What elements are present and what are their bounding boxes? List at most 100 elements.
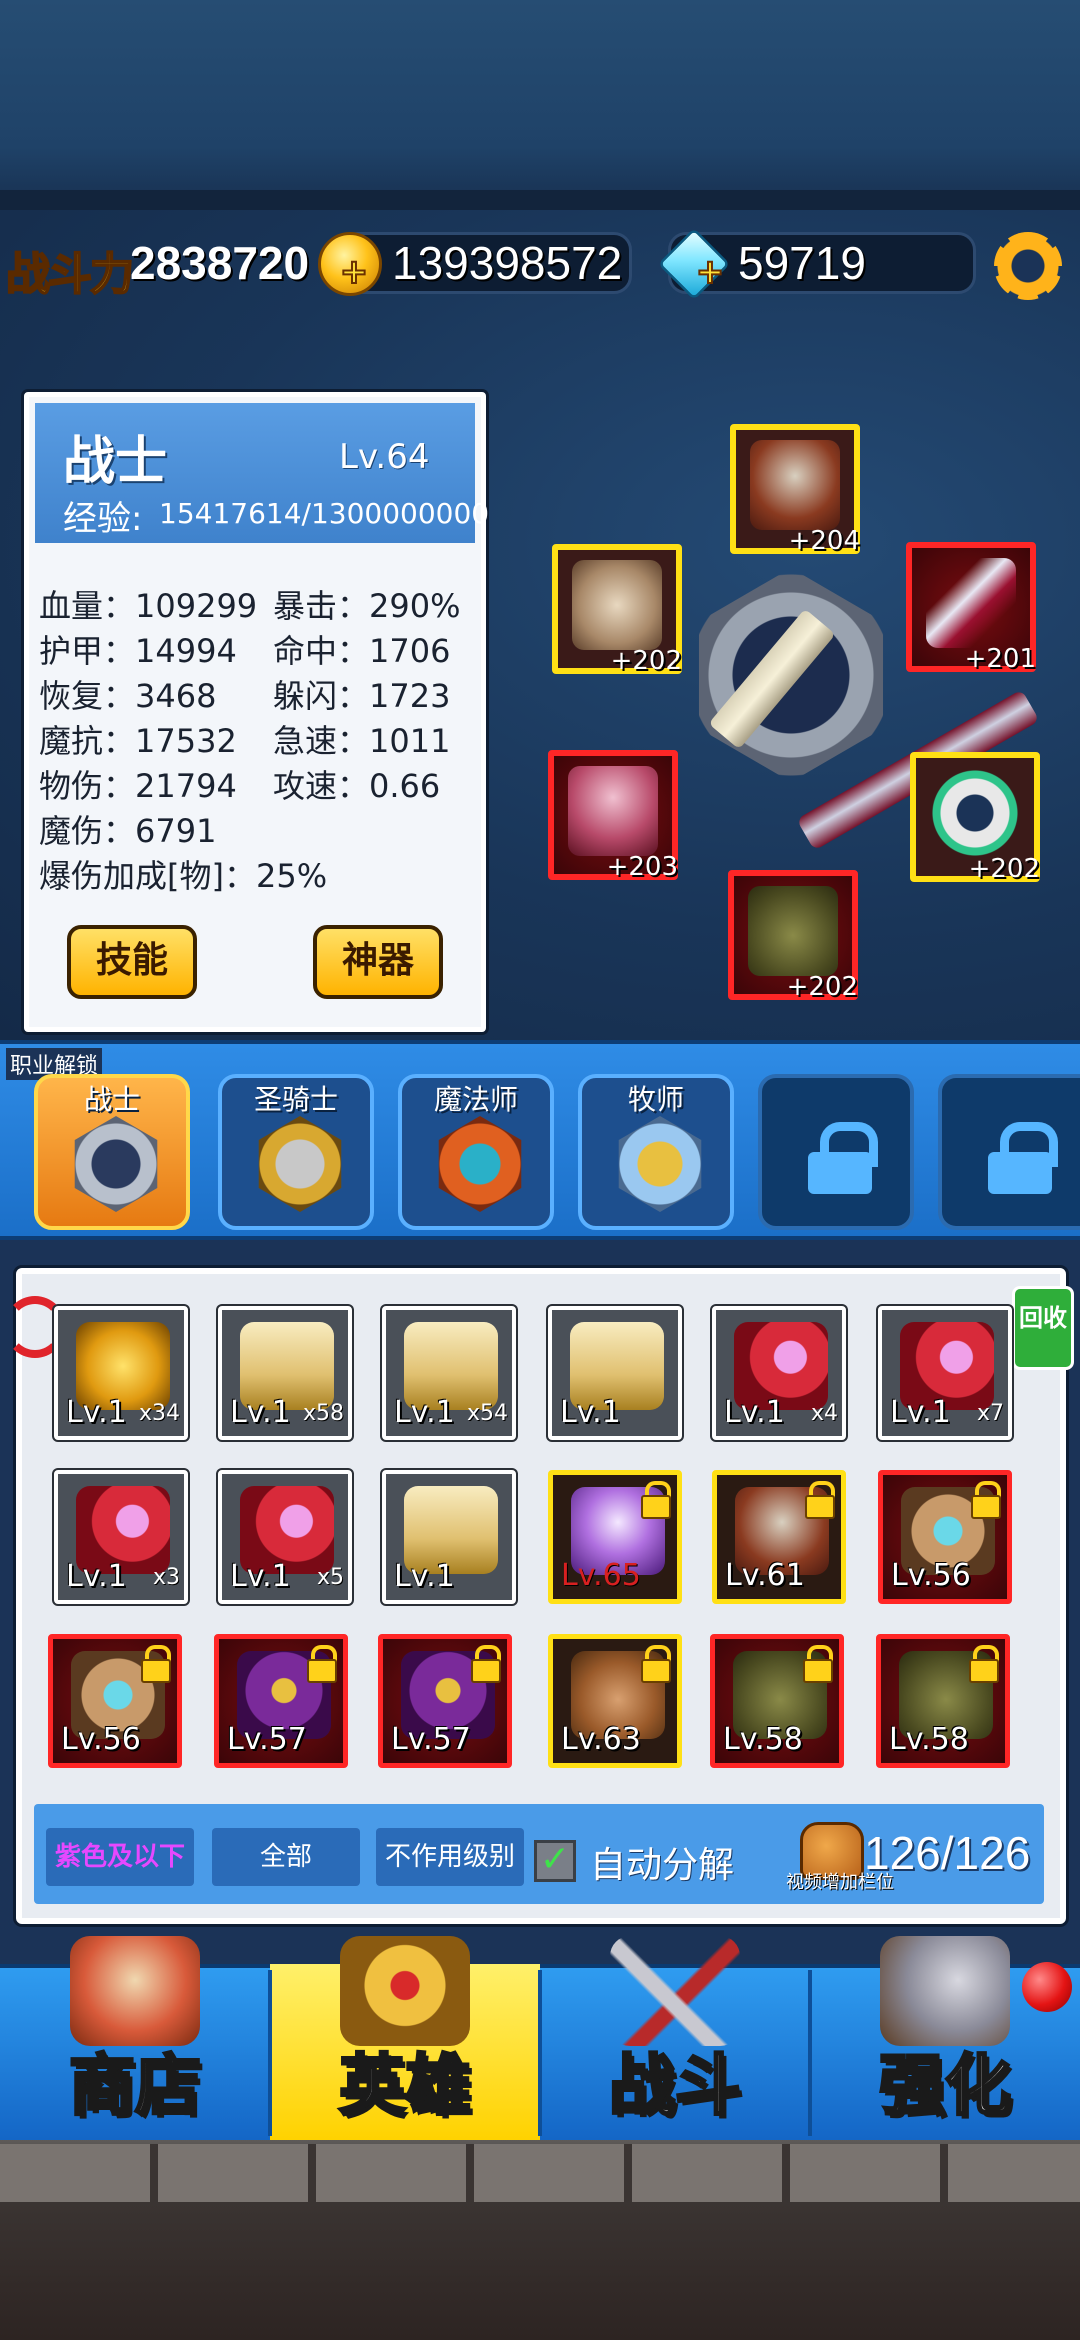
item-level: Lv.1 (230, 1395, 291, 1430)
ring-icon (930, 768, 1020, 858)
hammer-icon (258, 1116, 342, 1212)
item-level: Lv.57 (227, 1722, 307, 1757)
boots-icon (748, 886, 838, 976)
inventory-item[interactable]: Lv.56 (878, 1470, 1012, 1604)
helmet-icon (750, 440, 840, 530)
filter-purple-and-below-button[interactable]: 紫色及以下 (46, 1828, 194, 1886)
notification-dot (1022, 1962, 1072, 2012)
inventory-item[interactable]: Lv.1 x5 (218, 1470, 352, 1604)
item-level: Lv.56 (61, 1722, 141, 1757)
hero-stat-card: 战士 Lv.64 经验: 15417614/1300000000 血量：1092… (24, 392, 489, 1032)
class-tab-locked[interactable] (938, 1074, 1080, 1230)
stat-dodge: 躲闪：1723 (273, 677, 451, 715)
item-level: Lv.1 (394, 1395, 455, 1430)
inventory-item[interactable]: Lv.1 x4 (712, 1306, 846, 1440)
stat-hit: 命中：1706 (273, 632, 451, 670)
sword-icon (74, 1116, 158, 1212)
item-level: Lv.1 (394, 1559, 455, 1594)
goblet-icon (568, 766, 658, 856)
gear-icon[interactable] (994, 232, 1062, 300)
lock-icon (469, 1645, 501, 1683)
class-tab-warrior[interactable]: 战士 (34, 1074, 190, 1230)
stat-physical-damage: 物伤：21794 (39, 767, 237, 805)
artifact-button[interactable]: 神器 (313, 925, 443, 999)
lock-icon (639, 1645, 671, 1683)
gem-value: 59719 (738, 237, 866, 289)
filter-level-button[interactable]: 不作用级别 (376, 1828, 524, 1886)
inventory-item[interactable]: Lv.56 (48, 1634, 182, 1768)
item-level: Lv.58 (723, 1722, 803, 1757)
equip-slot-armor[interactable]: +202 (552, 544, 682, 676)
inventory-item[interactable]: Lv.1 x34 (54, 1306, 188, 1440)
lock-icon (803, 1481, 835, 1519)
inventory-item[interactable]: Lv.57 (378, 1634, 512, 1768)
hero-exp-label: 经验: (63, 499, 143, 539)
skill-button[interactable]: 技能 (67, 925, 197, 999)
class-name: 圣骑士 (253, 1083, 338, 1116)
item-count: x7 (976, 1401, 1004, 1426)
nav-label: 商店 (68, 2046, 203, 2126)
hero-helmet-icon (340, 1936, 470, 2046)
stat-armor: 护甲：14994 (39, 632, 237, 670)
lock-icon (305, 1645, 337, 1683)
inventory-item[interactable]: Lv.1 (548, 1306, 682, 1440)
lock-icon (984, 1122, 1058, 1194)
power-value: 2838720 (130, 237, 310, 289)
class-tab-priest[interactable]: 牧师 (578, 1074, 734, 1230)
inventory-item[interactable]: Lv.65 (548, 1470, 682, 1604)
class-tab-locked[interactable] (758, 1074, 914, 1230)
inventory-item[interactable]: Lv.1 (382, 1470, 516, 1604)
nav-label: 强化 (878, 2046, 1013, 2126)
stat-haste: 急速：1011 (273, 722, 451, 760)
nav-divider (808, 1970, 812, 2136)
inventory-item[interactable]: Lv.58 (710, 1634, 844, 1768)
top-background (0, 0, 1080, 210)
class-tab-mage[interactable]: 魔法师 (398, 1074, 554, 1230)
inventory-item[interactable]: Lv.1 x7 (878, 1306, 1012, 1440)
add-gem-icon[interactable]: + (692, 254, 728, 292)
inventory-item[interactable]: Lv.1 x58 (218, 1306, 352, 1440)
nav-tab-shop[interactable]: 商店 (0, 1936, 270, 2140)
nav-tab-battle[interactable]: 战斗 (540, 1936, 810, 2140)
lock-icon (801, 1645, 833, 1683)
nav-label: 战斗 (608, 2046, 743, 2126)
nav-label: 英雄 (338, 2046, 473, 2126)
class-tab-paladin[interactable]: 圣骑士 (218, 1074, 374, 1230)
item-level: Lv.61 (725, 1558, 805, 1593)
item-level: Lv.1 (560, 1395, 621, 1430)
video-slot-hint[interactable]: 视频增加栏位 (786, 1868, 894, 1894)
power-label: 战斗力 (5, 248, 135, 301)
equip-slot-accessory[interactable]: +203 (548, 750, 678, 882)
equip-slot-weapon[interactable]: +201 (906, 542, 1036, 674)
inventory-item[interactable]: Lv.63 (548, 1634, 682, 1768)
equip-bonus: +203 (606, 852, 678, 882)
stat-magic-resist: 魔抗：17532 (39, 722, 237, 760)
sword-icon (926, 558, 1016, 648)
inventory-item[interactable]: Lv.1 x54 (382, 1306, 516, 1440)
lock-icon (639, 1481, 671, 1519)
nav-divider (538, 1970, 542, 2136)
add-gold-icon[interactable]: + (336, 254, 372, 292)
item-level: Lv.63 (561, 1722, 641, 1757)
inventory-item[interactable]: Lv.1 x3 (54, 1470, 188, 1604)
armor-icon (572, 560, 662, 650)
inventory-item[interactable]: Lv.61 (712, 1470, 846, 1604)
equip-slot-helmet[interactable]: +204 (730, 424, 860, 556)
nav-tab-hero[interactable]: 英雄 (270, 1936, 540, 2140)
equip-bonus: +202 (610, 646, 682, 676)
equip-slot-ring[interactable]: +202 (910, 752, 1040, 884)
item-level: Lv.1 (230, 1559, 291, 1594)
stone-wall-decoration (0, 2144, 1080, 2202)
auto-decompose-checkbox[interactable]: ✓ (534, 1840, 576, 1882)
lock-icon (967, 1645, 999, 1683)
wings-icon (618, 1116, 702, 1212)
filter-all-button[interactable]: 全部 (212, 1828, 360, 1886)
item-level: Lv.65 (561, 1558, 641, 1593)
recycle-button[interactable]: 回收 (1012, 1286, 1074, 1370)
hero-name: 战士 (63, 432, 168, 492)
class-name: 牧师 (627, 1083, 684, 1116)
equip-slot-boots[interactable]: +202 (728, 870, 858, 1002)
inventory-item[interactable]: Lv.58 (876, 1634, 1010, 1768)
inventory-item[interactable]: Lv.57 (214, 1634, 348, 1768)
equip-bonus: +204 (788, 526, 860, 556)
